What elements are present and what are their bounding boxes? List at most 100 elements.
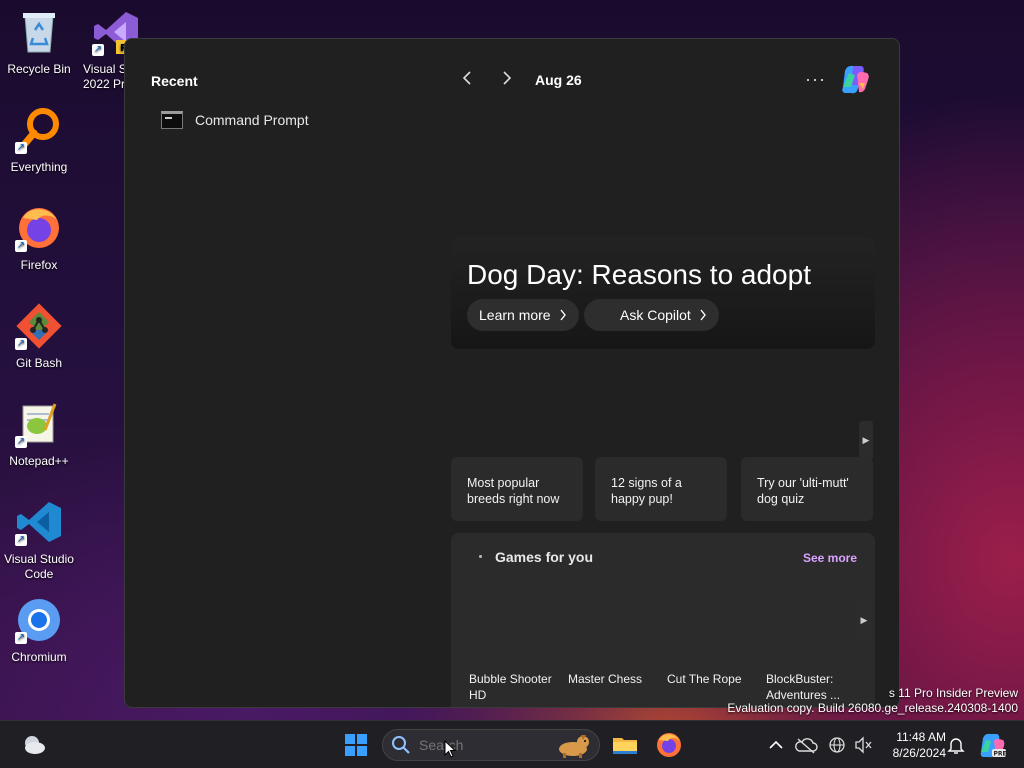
ask-copilot-label: Ask Copilot xyxy=(620,307,691,323)
shortcut-arrow-icon: ↗ xyxy=(15,534,27,546)
chevron-up-icon xyxy=(769,740,783,749)
story-tile[interactable]: 12 signs of a happy pup! xyxy=(595,457,727,521)
desktop-icon-label: Notepad++ xyxy=(9,454,69,468)
game-item[interactable]: Bubble Shooter HD xyxy=(469,671,563,703)
windows-logo-icon xyxy=(345,734,367,756)
chevron-left-icon xyxy=(462,71,471,85)
desktop-icon-label: Git Bash xyxy=(15,356,63,370)
shortcut-arrow-icon: ↗ xyxy=(15,240,27,252)
show-hidden-icons-button[interactable] xyxy=(762,731,790,759)
cloud-off-icon xyxy=(795,738,818,754)
chevron-right-icon xyxy=(700,309,706,321)
shortcut-arrow-icon: ↗ xyxy=(15,142,27,154)
games-title: Games for you xyxy=(495,549,594,565)
game-item[interactable]: Cut The Rope xyxy=(667,671,761,687)
desktop-icon-recycle-bin[interactable]: Recycle Bin xyxy=(0,8,78,77)
firefox-icon: ↗ xyxy=(15,204,63,252)
weather-widget-button[interactable] xyxy=(20,731,48,759)
start-button[interactable] xyxy=(342,731,370,759)
previous-day-button[interactable] xyxy=(457,69,477,91)
games-icon xyxy=(479,555,482,558)
story-tile[interactable]: Most popular breeds right now xyxy=(451,457,583,521)
chevron-right-icon xyxy=(503,71,512,85)
recent-item-label: Command Prompt xyxy=(195,112,309,128)
games-card: Games for you See more ▶ Bubble Shooter … xyxy=(451,533,875,707)
caret-right-icon: ▶ xyxy=(860,615,868,625)
learn-more-label: Learn more xyxy=(479,307,551,323)
more-icon: ··· xyxy=(805,69,826,89)
desktop-icon-firefox[interactable]: ↗ Firefox xyxy=(0,204,78,273)
firefox-taskbar-button[interactable] xyxy=(655,731,683,759)
desktop-icon-vscode[interactable]: ↗ Visual Studio Code xyxy=(0,498,78,582)
story-tile-text: 12 signs of a happy pup! xyxy=(611,476,682,506)
shortcut-arrow-icon: ↗ xyxy=(92,44,104,56)
copilot-button[interactable] xyxy=(839,63,871,95)
recent-heading: Recent xyxy=(151,73,198,89)
hero-card[interactable]: Dog Day: Reasons to adopt Learn more Ask… xyxy=(451,237,875,349)
copilot-pre-icon: PRE xyxy=(980,733,1007,758)
taskbar-search-box[interactable] xyxy=(382,729,600,761)
onedrive-button[interactable] xyxy=(792,731,820,759)
shortcut-arrow-icon: ↗ xyxy=(15,338,27,350)
desktop-icon-label: Firefox xyxy=(20,258,58,272)
shortcut-arrow-icon: ↗ xyxy=(15,632,27,644)
file-explorer-button[interactable] xyxy=(611,731,639,759)
more-options-button[interactable]: ··· xyxy=(805,69,826,90)
svg-text:PRE: PRE xyxy=(994,751,1007,758)
clock-time: 11:48 AM xyxy=(896,730,946,744)
tiles-scroll-right-button[interactable]: ▶ xyxy=(859,421,873,459)
games-scroll-right-button[interactable]: ▶ xyxy=(857,601,871,639)
story-tile-text: Most popular breeds right now xyxy=(467,476,560,506)
date-label: Aug 26 xyxy=(535,72,582,88)
volume-button[interactable] xyxy=(850,731,878,759)
recent-item-command-prompt[interactable]: Command Prompt xyxy=(161,111,309,129)
firefox-icon xyxy=(657,733,681,757)
desktop-icon-label: Chromium xyxy=(11,650,67,664)
notepad-plus-plus-icon: ↗ xyxy=(15,400,63,448)
search-input[interactable] xyxy=(419,737,539,753)
hero-title: Dog Day: Reasons to adopt xyxy=(467,259,811,290)
build-watermark-line1: s 11 Pro Insider Preview xyxy=(888,686,1018,700)
copilot-taskbar-button[interactable]: PRE xyxy=(978,731,1007,759)
network-button[interactable] xyxy=(824,731,852,759)
story-tile-text: Try our 'ulti-mutt' dog quiz xyxy=(757,476,849,506)
caret-right-icon: ▶ xyxy=(862,435,870,445)
learn-more-button[interactable]: Learn more xyxy=(467,299,579,331)
command-prompt-icon xyxy=(161,111,183,129)
globe-icon xyxy=(829,737,845,753)
recycle-bin-icon xyxy=(15,8,63,56)
bell-icon xyxy=(947,738,965,754)
taskbar: 11:48 AM 8/26/2024 PRE xyxy=(0,720,1024,768)
search-highlight-dog-icon xyxy=(559,735,589,758)
game-item[interactable]: Master Chess xyxy=(568,671,662,687)
desktop-icon-label: Visual Studio Code xyxy=(4,552,74,581)
build-watermark-line2: Evaluation copy. Build 26080.ge_release.… xyxy=(727,701,1018,715)
speaker-muted-icon xyxy=(855,736,872,754)
desktop-icon-everything[interactable]: ↗ Everything xyxy=(0,106,78,175)
widgets-panel: Recent Command Prompt Aug 26 ··· Dog Day… xyxy=(124,38,900,708)
desktop-icon-chromium[interactable]: ↗ Chromium xyxy=(0,596,78,665)
clock-date: 8/26/2024 xyxy=(892,746,946,760)
desktop-icon-notepad-plus-plus[interactable]: ↗ Notepad++ xyxy=(0,400,78,469)
chevron-right-icon xyxy=(560,309,566,321)
desktop-icon-git-bash[interactable]: ↗ Git Bash xyxy=(0,302,78,371)
ask-copilot-button[interactable]: Ask Copilot xyxy=(584,299,719,331)
shortcut-arrow-icon: ↗ xyxy=(15,436,27,448)
copilot-icon xyxy=(842,65,869,94)
system-clock[interactable]: 11:48 AM 8/26/2024 xyxy=(880,729,946,761)
git-bash-icon: ↗ xyxy=(15,302,63,350)
desktop-icon-label: Everything xyxy=(10,160,68,174)
chromium-icon: ↗ xyxy=(15,596,63,644)
see-more-link[interactable]: See more xyxy=(803,551,857,565)
story-tile[interactable]: Try our 'ulti-mutt' dog quiz xyxy=(741,457,873,521)
mouse-cursor-icon xyxy=(444,740,456,758)
weather-cloud-icon xyxy=(25,736,45,754)
everything-icon: ↗ xyxy=(15,106,63,154)
desktop-icon-label: Recycle Bin xyxy=(7,62,71,76)
game-item[interactable]: BlockBuster: Adventures ... xyxy=(766,671,860,703)
vscode-icon: ↗ xyxy=(15,498,63,546)
search-icon xyxy=(392,736,410,754)
next-day-button[interactable] xyxy=(497,69,517,91)
notifications-button[interactable] xyxy=(942,731,970,759)
folder-icon xyxy=(613,738,637,754)
